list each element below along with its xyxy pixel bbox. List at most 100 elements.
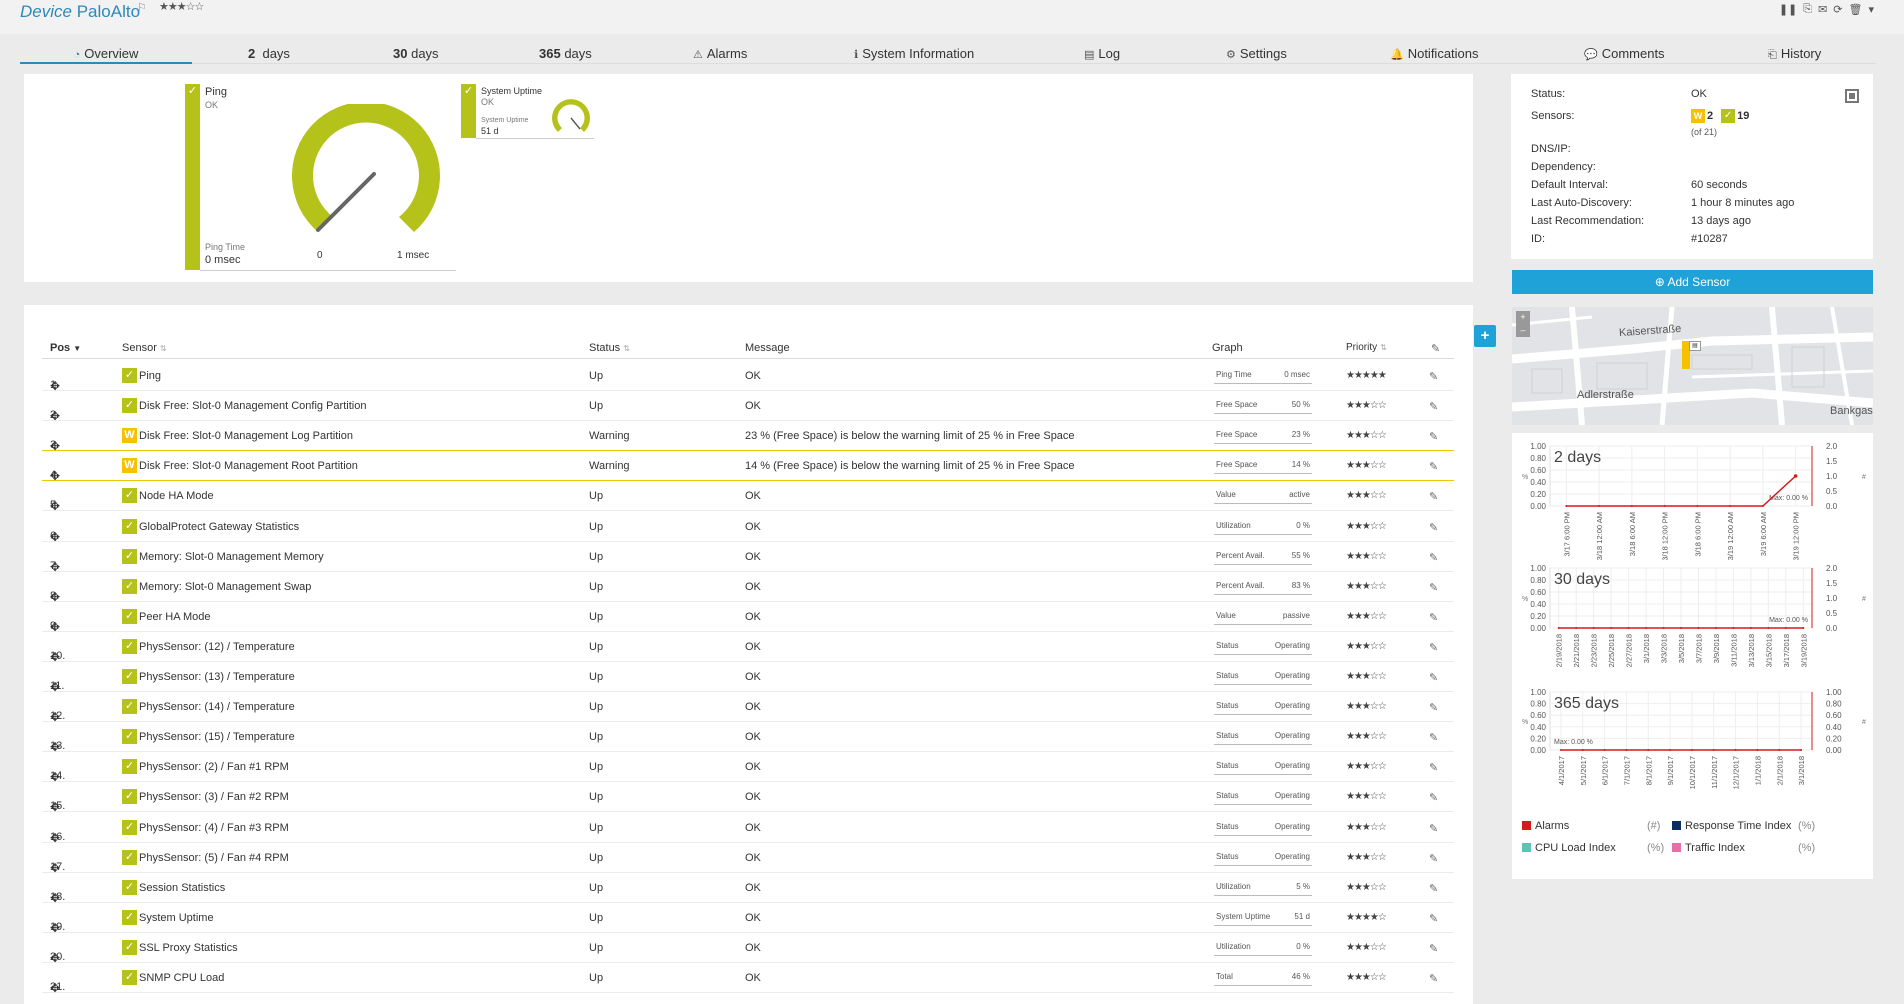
sensor-name-link[interactable]: PhysSensor: (12) / Temperature: [139, 641, 295, 653]
column-header-status[interactable]: Status ⇅: [589, 342, 630, 354]
table-row[interactable]: ✥ 3. W Disk Free: Slot-0 Management Log Par…: [42, 421, 1454, 453]
edit-icon[interactable]: ✎: [1429, 791, 1438, 804]
mail-icon[interactable]: ✉: [1818, 3, 1827, 16]
priority-stars[interactable]: ★★★☆☆: [1346, 551, 1387, 562]
priority-stars[interactable]: ★★★☆☆: [1346, 490, 1387, 501]
edit-icon[interactable]: ✎: [1429, 551, 1438, 564]
edit-icon[interactable]: ✎: [1429, 641, 1438, 654]
priority-stars[interactable]: ★★★☆☆: [1346, 972, 1387, 983]
add-button-icon[interactable]: +: [1474, 325, 1496, 347]
priority-stars[interactable]: ★★★☆☆: [1346, 521, 1387, 532]
edit-icon[interactable]: ✎: [1429, 912, 1438, 925]
sensor-mini-graph[interactable]: Status Operating: [1214, 728, 1312, 746]
priority-stars[interactable]: ★★★☆☆: [1346, 822, 1387, 833]
sensor-name-link[interactable]: PhysSensor: (15) / Temperature: [139, 731, 295, 743]
edit-icon[interactable]: ✎: [1429, 972, 1438, 985]
edit-icon[interactable]: ✎: [1429, 882, 1438, 895]
sensor-name-link[interactable]: SNMP CPU Load: [139, 972, 224, 984]
table-row[interactable]: ✥ 14. ✓ PhysSensor: (2) / Fan #1 RPM Up OK Sta…: [42, 752, 1454, 784]
priority-stars[interactable]: ★★★☆☆: [1346, 641, 1387, 652]
sensor-mini-graph[interactable]: Ping Time 0 msec: [1214, 367, 1312, 384]
table-row[interactable]: ✥ 4. W Disk Free: Slot-0 Management Root Pa…: [42, 451, 1454, 483]
priority-stars[interactable]: ★★★☆☆: [1346, 581, 1387, 592]
priority-stars[interactable]: ★★★☆☆: [1346, 852, 1387, 863]
sensor-name-link[interactable]: PhysSensor: (14) / Temperature: [139, 701, 295, 713]
report-icon[interactable]: ⎘: [1803, 3, 1812, 16]
edit-icon[interactable]: ✎: [1429, 581, 1438, 594]
chevron-down-icon[interactable]: ▾: [1868, 3, 1874, 16]
sensor-mini-graph[interactable]: Status Operating: [1214, 849, 1312, 866]
tab-history[interactable]: ⎗ History: [1768, 44, 1821, 64]
table-row[interactable]: ✥ 16. ✓ PhysSensor: (4) / Fan #3 RPM Up OK Sta…: [42, 813, 1454, 845]
location-map[interactable]: + – Kaiserstraße Adlerstraße Bankgas ▤: [1512, 307, 1873, 425]
sensor-name-link[interactable]: Ping: [139, 370, 161, 382]
sensor-name-link[interactable]: Session Statistics: [139, 882, 225, 894]
tab-log[interactable]: ▤ Log: [1084, 44, 1120, 64]
zoom-out-icon[interactable]: –: [1516, 324, 1530, 337]
sensor-mini-graph[interactable]: Free Space 50 %: [1214, 397, 1312, 415]
edit-icon[interactable]: ✎: [1429, 942, 1438, 955]
table-row[interactable]: ✥ 8. ✓ Memory: Slot-0 Management Swap Up OK Pe…: [42, 572, 1454, 604]
sensor-name-link[interactable]: GlobalProtect Gateway Statistics: [139, 521, 299, 533]
sensor-mini-graph[interactable]: Status Operating: [1214, 638, 1312, 655]
priority-stars[interactable]: ★★★☆☆: [1346, 460, 1387, 471]
sensor-name-link[interactable]: Node HA Mode: [139, 490, 214, 502]
sensor-name-link[interactable]: Peer HA Mode: [139, 611, 211, 623]
edit-icon[interactable]: ✎: [1429, 490, 1438, 503]
delete-icon[interactable]: 🗑: [1849, 3, 1863, 16]
edit-icon[interactable]: ✎: [1429, 731, 1438, 744]
edit-columns-icon[interactable]: ✎: [1431, 342, 1440, 355]
column-header-pos[interactable]: Pos ▼: [50, 342, 81, 354]
tab-settings[interactable]: ⚙ Settings: [1226, 44, 1287, 64]
legend-item-alarms[interactable]: Alarms: [1522, 820, 1569, 832]
priority-stars[interactable]: ★★★☆☆: [1346, 731, 1387, 742]
sensor-mini-graph[interactable]: System Uptime 51 d: [1214, 909, 1312, 926]
sensor-name-link[interactable]: Disk Free: Slot-0 Management Config Part…: [139, 400, 366, 412]
edit-icon[interactable]: ✎: [1429, 400, 1438, 413]
sensor-name-link[interactable]: Memory: Slot-0 Management Swap: [139, 581, 311, 593]
edit-icon[interactable]: ✎: [1429, 521, 1438, 534]
table-row[interactable]: ✥ 5. ✓ Node HA Mode Up OK Value active ★★★☆☆ ✎: [42, 481, 1454, 513]
column-header-sensor[interactable]: Sensor ⇅: [122, 342, 167, 354]
table-row[interactable]: ✥ 6. ✓ GlobalProtect Gateway Statistics Up OK…: [42, 512, 1454, 544]
legend-item-cpu-load[interactable]: CPU Load Index: [1522, 842, 1616, 854]
sensor-mini-graph[interactable]: Value active: [1214, 487, 1312, 505]
priority-stars[interactable]: ★★★☆☆: [1346, 942, 1387, 953]
table-row[interactable]: ✥ 18. ✓ Session Statistics Up OK Utilization 5 …: [42, 873, 1454, 905]
tab-alarms[interactable]: ⚠ Alarms: [693, 44, 747, 64]
graph-30-days[interactable]: 1.00 0.80 0.60 0.40 0.20 0.00 2.0 1.5 1.0 0.5 0.0%…: [1512, 562, 1873, 682]
tab-365-days[interactable]: 365 days: [539, 44, 592, 64]
sensor-name-link[interactable]: Memory: Slot-0 Management Memory: [139, 551, 324, 563]
sensor-mini-graph[interactable]: Utilization 5 %: [1214, 879, 1312, 896]
sensor-name-link[interactable]: Disk Free: Slot-0 Management Log Partiti…: [139, 430, 353, 442]
sensor-name-link[interactable]: Disk Free: Slot-0 Management Root Partit…: [139, 460, 358, 472]
ping-gauge-bar[interactable]: [185, 84, 200, 270]
tab-2-days[interactable]: 2 days: [248, 44, 290, 64]
flag-icon[interactable]: ⚐: [137, 1, 147, 14]
table-row[interactable]: ✥ 21. ✓ SNMP CPU Load Up OK Total 46 % ★★★☆☆ ✎: [42, 963, 1454, 995]
tab-30-days[interactable]: 30 days: [393, 44, 439, 64]
priority-stars[interactable]: ★★★☆☆: [1346, 791, 1387, 802]
uptime-gauge-title[interactable]: System Uptime: [481, 86, 542, 96]
zoom-in-icon[interactable]: +: [1516, 311, 1530, 324]
priority-stars[interactable]: ★★★☆☆: [1346, 671, 1387, 682]
sensor-name-link[interactable]: PhysSensor: (3) / Fan #2 RPM: [139, 791, 289, 803]
priority-stars[interactable]: ★★★☆☆: [1346, 701, 1387, 712]
priority-stars[interactable]: ★★★★☆: [1346, 912, 1387, 923]
sensor-mini-graph[interactable]: Percent Avail. 55 %: [1214, 548, 1312, 565]
priority-stars[interactable]: ★★★☆☆: [1346, 400, 1387, 411]
tab-notifications[interactable]: 🔔 Notifications: [1390, 44, 1479, 64]
tab-overview[interactable]: ◔ Overview: [20, 44, 192, 64]
qr-code-icon[interactable]: [1845, 89, 1859, 103]
pause-icon[interactable]: ❚❚: [1779, 3, 1797, 16]
priority-stars[interactable]: ★★★☆☆: [1346, 882, 1387, 893]
edit-icon[interactable]: ✎: [1429, 370, 1438, 383]
edit-icon[interactable]: ✎: [1429, 671, 1438, 684]
sensor-mini-graph[interactable]: Utilization 0 %: [1214, 518, 1312, 535]
table-row[interactable]: ✥ 17. ✓ PhysSensor: (5) / Fan #4 RPM Up OK Sta…: [42, 843, 1454, 875]
sensor-mini-graph[interactable]: Percent Avail. 83 %: [1214, 578, 1312, 595]
sensor-mini-graph[interactable]: Utilization 0 %: [1214, 939, 1312, 956]
sensor-mini-graph[interactable]: Status Operating: [1214, 698, 1312, 716]
add-sensor-button[interactable]: ⊕ Add Sensor: [1512, 270, 1873, 294]
table-row[interactable]: ✥ 13. ✓ PhysSensor: (15) / Temperature Up OK S…: [42, 722, 1454, 754]
